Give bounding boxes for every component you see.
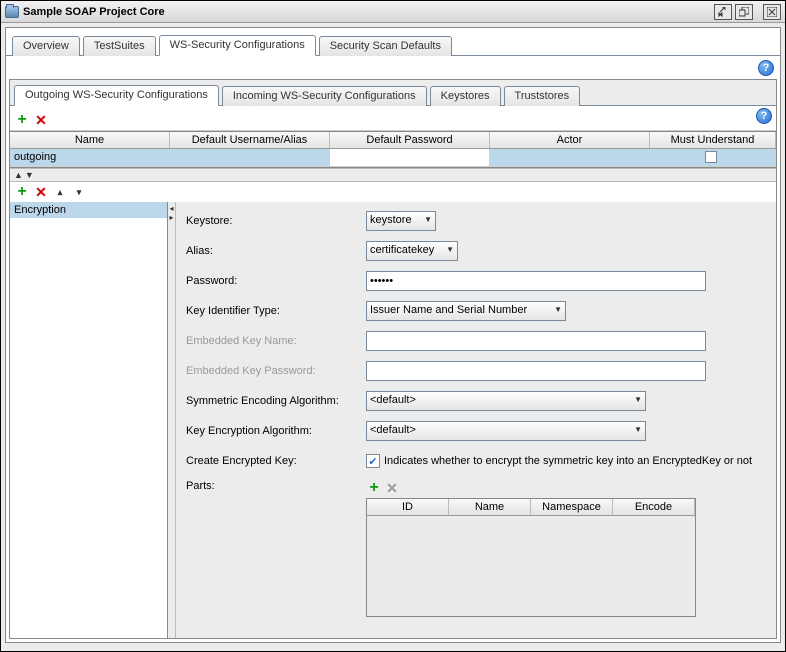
label-create-enc-key: Create Encrypted Key: — [186, 455, 366, 467]
key-enc-alg-select[interactable]: <default> — [366, 421, 646, 441]
split-handle[interactable]: ◂ ▸ — [168, 202, 176, 638]
split-left-icon: ◂ — [169, 204, 173, 213]
keystore-select[interactable]: keystore — [366, 211, 436, 231]
cell-password[interactable] — [330, 149, 490, 167]
key-id-type-select[interactable]: Issuer Name and Serial Number — [366, 301, 566, 321]
divider-collapse-top[interactable]: ▲ ▼ — [10, 168, 776, 182]
remove-outgoing-config-button[interactable]: ✕ — [33, 112, 49, 128]
add-wss-entry-button[interactable]: + — [14, 184, 30, 200]
tab-security-scan-defaults[interactable]: Security Scan Defaults — [319, 36, 452, 56]
sub-tabs: Outgoing WS-Security Configurations Inco… — [10, 80, 776, 106]
add-part-button[interactable]: + — [366, 480, 382, 496]
label-parts: Parts: — [186, 480, 366, 492]
remove-wss-entry-button[interactable]: ✕ — [33, 184, 49, 200]
wss-entries-toolbar: + ✕ ▴ ▾ — [10, 182, 776, 202]
label-key-id-type: Key Identifier Type: — [186, 305, 366, 317]
tab-overview[interactable]: Overview — [12, 36, 80, 56]
label-embedded-key-name: Embedded Key Name: — [186, 335, 366, 347]
parts-col-name: Name — [449, 499, 531, 515]
folder-icon — [5, 6, 19, 18]
inner-panel: Outgoing WS-Security Configurations Inco… — [9, 79, 777, 639]
col-default-alias: Default Username/Alias — [170, 132, 330, 148]
col-actor: Actor — [490, 132, 650, 148]
remove-part-button[interactable]: ✕ — [384, 480, 400, 496]
col-name: Name — [10, 132, 170, 148]
window-title: Sample SOAP Project Core — [23, 6, 711, 18]
cell-actor[interactable] — [490, 149, 650, 167]
move-entry-up-button[interactable]: ▴ — [52, 184, 68, 200]
label-keystore: Keystore: — [186, 215, 366, 227]
collapse-down-icon: ▼ — [25, 170, 34, 180]
embedded-key-name-input — [366, 331, 706, 351]
cell-name[interactable]: outgoing — [10, 149, 170, 167]
alias-select[interactable]: certificatekey — [366, 241, 458, 261]
label-embedded-key-password: Embedded Key Password: — [186, 365, 366, 377]
add-outgoing-config-button[interactable]: + — [14, 112, 30, 128]
subtab-keystores[interactable]: Keystores — [430, 86, 501, 106]
cell-must-understand[interactable] — [650, 149, 776, 167]
help-icon-inner[interactable]: ? — [756, 108, 772, 124]
parts-toolbar: + ✕ — [366, 480, 696, 496]
outgoing-config-table[interactable]: Name Default Username/Alias Default Pass… — [10, 131, 776, 168]
subtab-incoming[interactable]: Incoming WS-Security Configurations — [222, 86, 427, 106]
create-enc-key-checkbox[interactable]: ✔ — [366, 454, 380, 468]
cell-alias[interactable] — [170, 149, 330, 167]
password-input[interactable] — [366, 271, 706, 291]
help-row-1: ? — [6, 56, 780, 76]
move-entry-down-button[interactable]: ▾ — [71, 184, 87, 200]
help-icon[interactable]: ? — [758, 60, 774, 76]
parts-col-namespace: Namespace — [531, 499, 613, 515]
subtab-truststores[interactable]: Truststores — [504, 86, 581, 106]
encryption-form: Keystore: keystore Alias: certificatekey… — [176, 202, 776, 638]
col-default-password: Default Password — [330, 132, 490, 148]
tab-ws-security[interactable]: WS-Security Configurations — [159, 35, 316, 56]
collapse-up-icon: ▲ — [14, 170, 23, 180]
content-area: Overview TestSuites WS-Security Configur… — [5, 27, 781, 643]
label-sym-enc-alg: Symmetric Encoding Algorithm: — [186, 395, 366, 407]
label-key-enc-alg: Key Encryption Algorithm: — [186, 425, 366, 437]
embedded-key-password-input — [366, 361, 706, 381]
outgoing-toolbar: + ✕ — [10, 106, 776, 131]
wss-entry-encryption[interactable]: Encryption — [10, 202, 167, 218]
close-window-button[interactable] — [763, 4, 781, 20]
parts-col-encode: Encode — [613, 499, 695, 515]
parts-table-body — [367, 516, 695, 616]
split-right-icon: ▸ — [169, 213, 173, 222]
col-must-understand: Must Understand — [650, 132, 776, 148]
minimize-window-button[interactable] — [714, 4, 732, 20]
label-alias: Alias: — [186, 245, 366, 257]
subtab-outgoing[interactable]: Outgoing WS-Security Configurations — [14, 85, 219, 106]
create-enc-key-hint: Indicates whether to encrypt the symmetr… — [384, 455, 752, 467]
tab-testsuites[interactable]: TestSuites — [83, 36, 156, 56]
sym-enc-alg-select[interactable]: <default> — [366, 391, 646, 411]
label-password: Password: — [186, 275, 366, 287]
parts-table[interactable]: ID Name Namespace Encode — [366, 498, 696, 617]
maximize-window-button[interactable] — [735, 4, 753, 20]
must-understand-checkbox[interactable] — [705, 151, 717, 163]
main-tabs: Overview TestSuites WS-Security Configur… — [6, 28, 780, 56]
wss-entries-list[interactable]: Encryption — [10, 202, 168, 638]
parts-col-id: ID — [367, 499, 449, 515]
titlebar: Sample SOAP Project Core — [1, 1, 785, 23]
table-row[interactable]: outgoing — [10, 149, 776, 167]
lower-split: Encryption ◂ ▸ Keystore: keystore Alias:… — [10, 202, 776, 638]
